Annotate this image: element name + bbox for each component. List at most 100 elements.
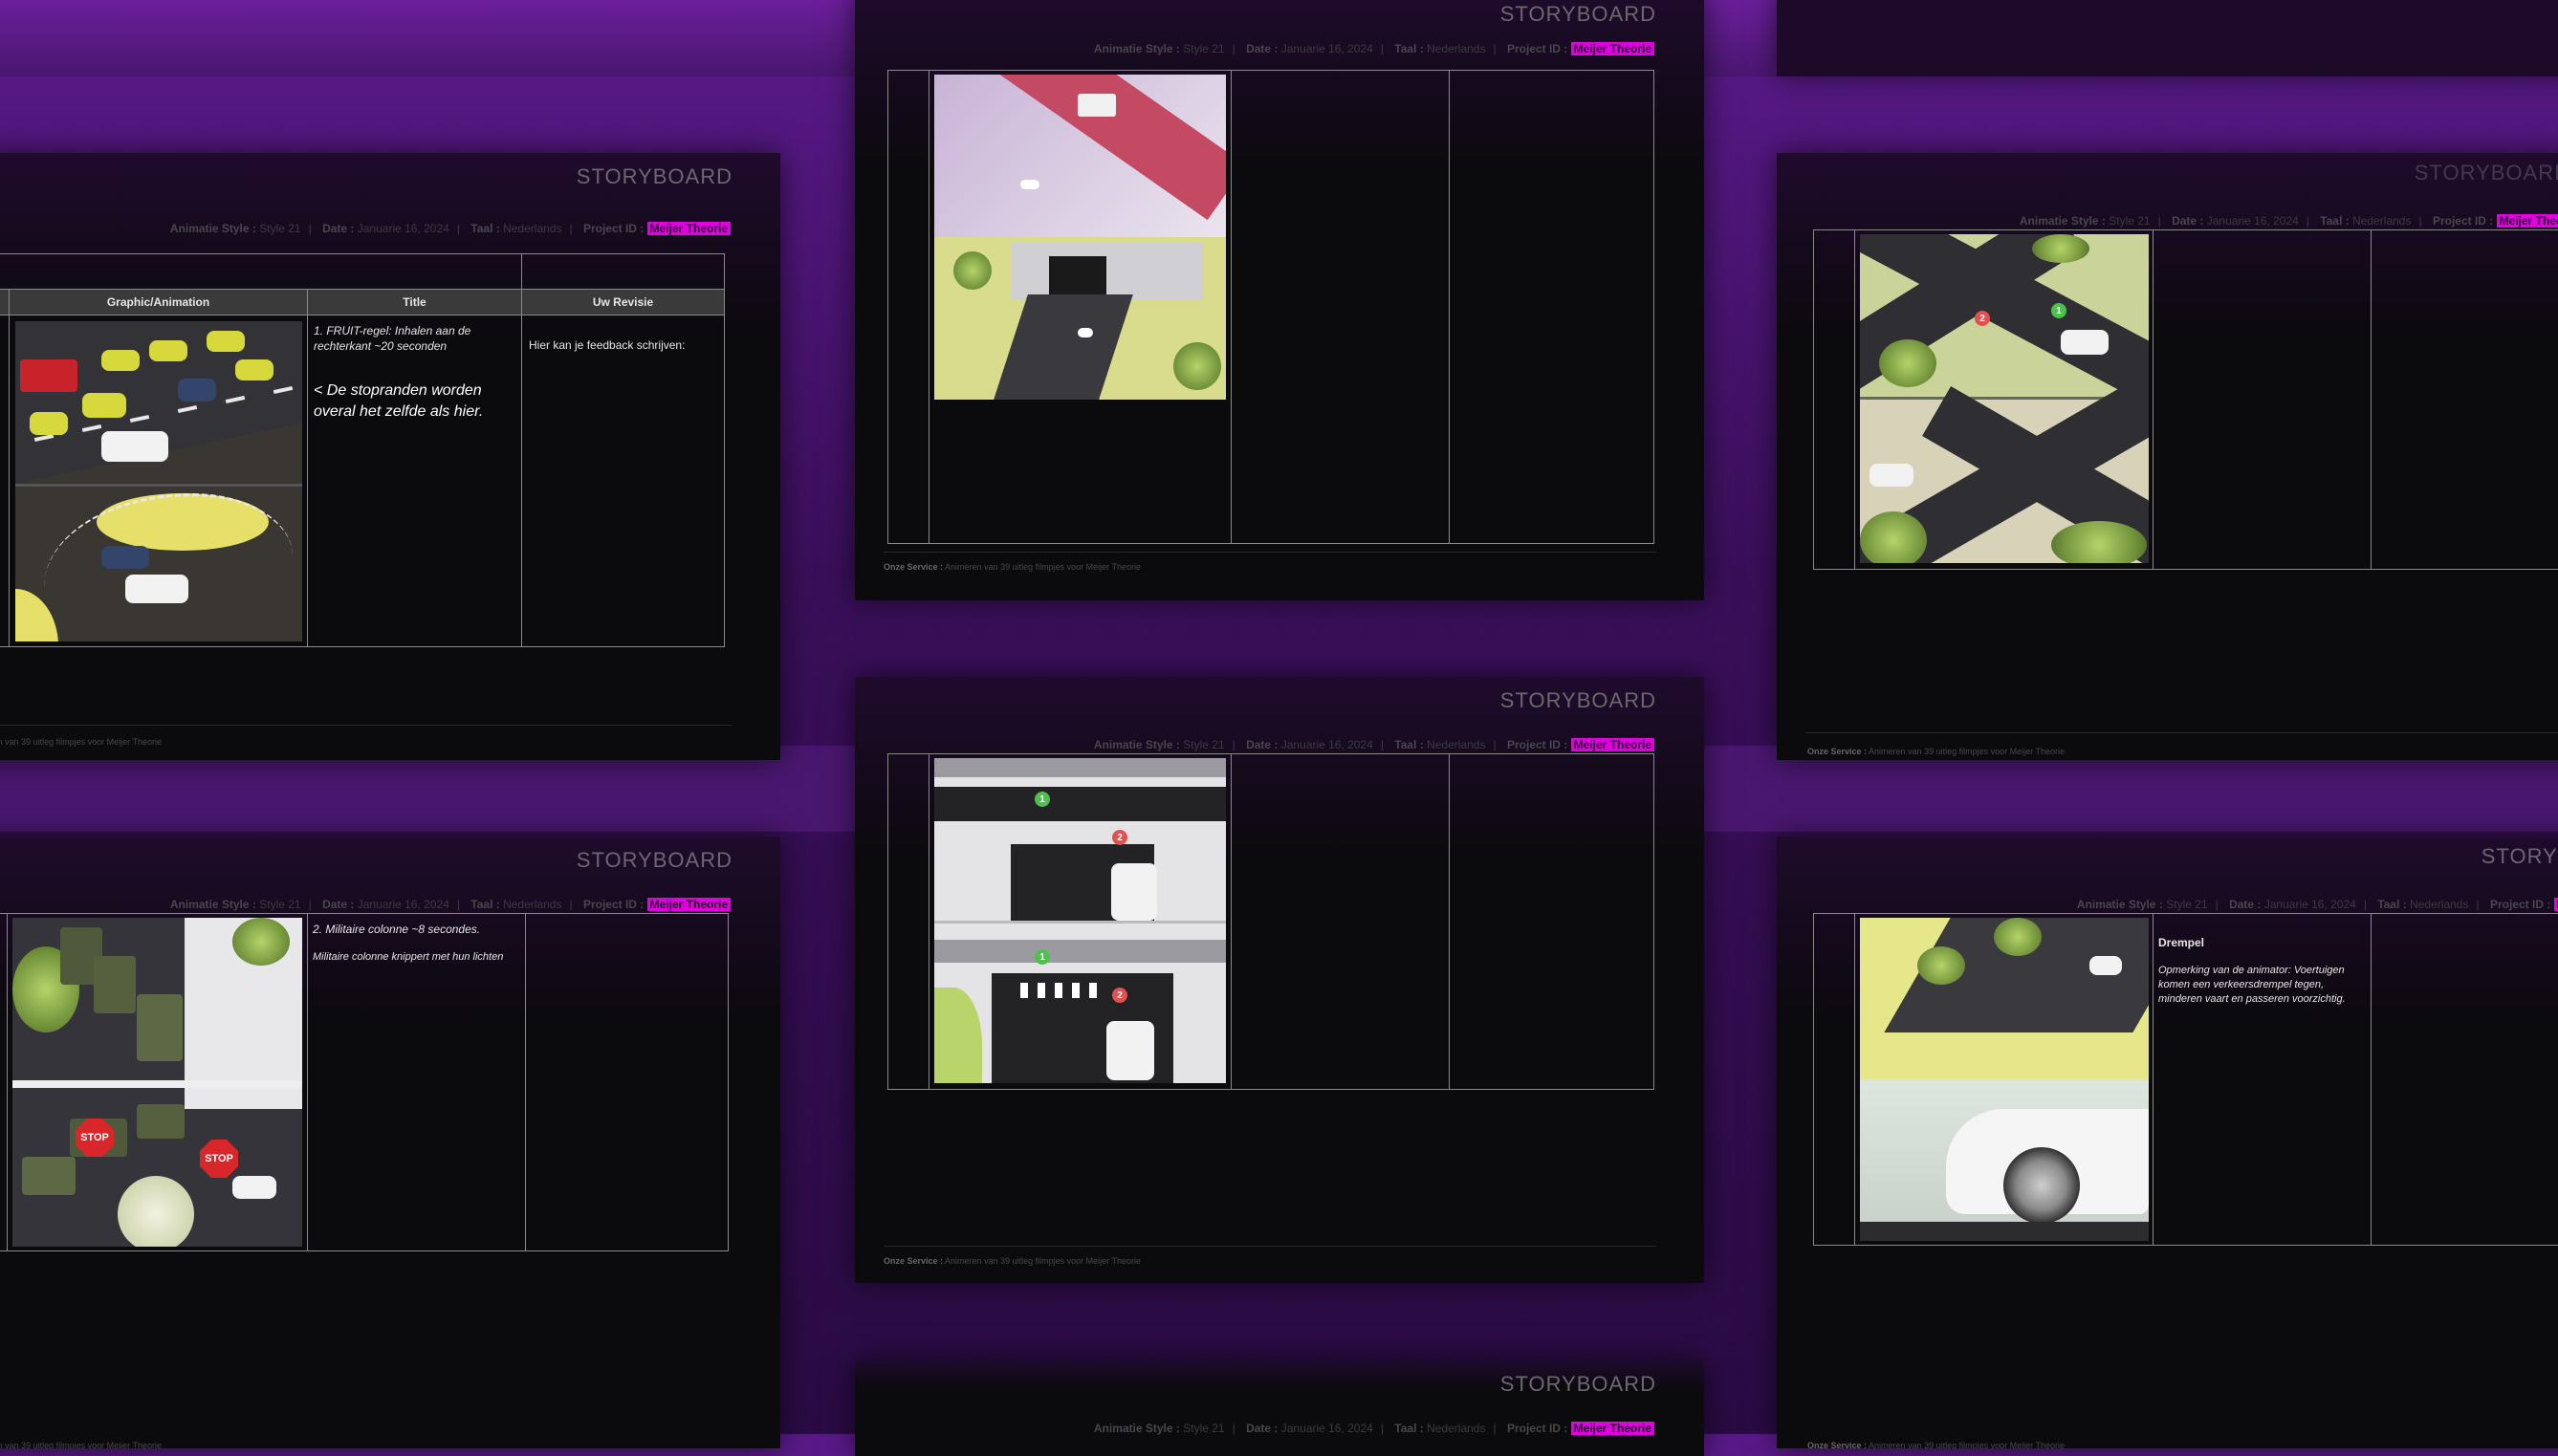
project-id-badge: Meijer Theorie <box>1570 738 1654 751</box>
style-label: Animatie Style : <box>169 898 256 911</box>
date-value: Januarie 16, 2024 <box>357 222 449 235</box>
date-value: Januarie 16, 2024 <box>1280 42 1373 55</box>
scene-image-military-convoy: STOP STOP <box>12 918 302 1247</box>
style-label: Animatie Style : <box>169 222 256 235</box>
storyboard-table: Drempel Opmerking van de animator: Voert… <box>1813 913 2558 1246</box>
scene-title-fruit: 1. FRUIT-regel: Inhalen aan de rechterka… <box>314 324 471 354</box>
scene-image-viaduct <box>934 75 1226 400</box>
marker-red-icon: 2 <box>1112 830 1127 845</box>
date-value: Januarie 16, 2024 <box>2263 898 2356 911</box>
card-footer: Onze Service : Animeren van 39 uitleg fi… <box>884 1256 1141 1266</box>
header-title: Title <box>308 290 521 315</box>
lang-label: Taal : <box>470 898 500 911</box>
footer-value: Animeren van 39 uitleg filmpjes voor Mei… <box>0 1441 162 1448</box>
footer-value: Animeren van 39 uitleg filmpjes voor Mei… <box>1869 1441 2065 1448</box>
storyboard-card-drempel: STORYBOARD Animatie Style : Style 21| Da… <box>1777 837 2558 1448</box>
lang-value: Nederlands <box>2410 898 2469 911</box>
lang-label: Taal : <box>2320 214 2350 228</box>
card-title: STORYBOARD <box>576 164 732 188</box>
project-id-badge: Meijer Theorie <box>646 222 731 235</box>
storyboard-table <box>887 70 1654 544</box>
storyboard-table: STOP STOP 2. Militaire colonne ~8 second… <box>0 913 729 1251</box>
scene-image-speed-bump <box>1860 918 2149 1241</box>
project-label: Project ID : <box>1506 738 1568 751</box>
date-label: Date : <box>2229 898 2262 911</box>
card-title: STORYBOARD <box>1499 688 1656 712</box>
project-label: Project ID : <box>582 222 645 235</box>
storyboard-card-crossing: STORYBOARD Animatie Style : Style 21 | Da… <box>855 677 1704 1283</box>
card-title: STORYBOARD <box>1499 2 1656 26</box>
lang-label: Taal : <box>1394 42 1424 55</box>
date-value: Januarie 16, 2024 <box>1280 738 1373 751</box>
storyboard-card-strip <box>1777 0 2558 76</box>
date-label: Date : <box>1246 42 1279 55</box>
lang-value: Nederlands <box>1427 1422 1486 1435</box>
project-label: Project ID : <box>582 898 645 911</box>
style-value: Style 21 <box>2166 898 2208 911</box>
style-label: Animatie Style : <box>2076 898 2163 911</box>
style-value: Style 21 <box>1183 42 1225 55</box>
project-label: Project ID : <box>1506 42 1568 55</box>
lang-value: Nederlands <box>2352 214 2412 228</box>
scene-title-military: 2. Militaire colonne ~8 secondes. <box>313 923 481 936</box>
project-id-badge: Meijer Theorie <box>2496 214 2558 228</box>
storyboard-table: Graphic/Animation Title Uw Revisie 1. FR… <box>0 253 725 647</box>
date-label: Date : <box>322 222 355 235</box>
style-label: Animatie Style : <box>1093 738 1180 751</box>
card-meta: Animatie Style : Style 21 | Date : Januar… <box>2077 898 2558 911</box>
card-footer: Onze Service : Animeren van 39 uitleg fi… <box>884 562 1141 572</box>
footer-value: Animeren van 39 uitleg filmpjes voor Mei… <box>945 1256 1141 1266</box>
lang-value: Nederlands <box>503 898 562 911</box>
scene-note-fruit: < De stopranden worden overal het zelfde… <box>314 382 484 421</box>
card-meta: Animatie Style : Style 21 | Date : Januar… <box>1094 42 1654 55</box>
card-meta: Animatie Style : Style 21 | Date : Januar… <box>1094 1422 1654 1435</box>
card-meta: Animatie Style : Style 21 | Date : Januar… <box>170 222 731 235</box>
header-graphic: Graphic/Animation <box>10 290 307 315</box>
footer-value: Animeren van 39 uitleg filmpjes voor Mei… <box>1869 747 2065 756</box>
project-id-badge: Meijer Theorie <box>2553 898 2558 911</box>
card-meta: Animatie Style : Style 21 | Date : Januar… <box>2020 214 2558 228</box>
storyboard-table: 2 1 <box>1813 229 2558 570</box>
card-title: STORYBOARD <box>2481 844 2558 868</box>
scene-desc-drempel: Opmerking van de animator: Voertuigen ko… <box>2158 965 2346 1005</box>
card-title: STORYBOARD <box>1499 1372 1656 1396</box>
project-id-badge: Meijer Theorie <box>646 898 731 911</box>
marker-green-icon: 1 <box>1035 792 1050 807</box>
card-footer: Onze Service : Animeren van 39 uitleg fi… <box>0 737 162 747</box>
card-footer: Onze Service : Animeren van 39 uitleg fi… <box>0 1441 162 1448</box>
storyboard-card-intersection: STORYBOARD Animatie Style : Style 21 | Da… <box>1777 153 2558 760</box>
marker-green-icon: 1 <box>1035 949 1050 965</box>
header-revision: Uw Revisie <box>522 290 724 315</box>
date-value: Januarie 16, 2024 <box>357 898 449 911</box>
project-label: Project ID : <box>2489 898 2551 911</box>
feedback-placeholder[interactable]: Hier kan je feedback schrijven: <box>529 337 720 353</box>
date-value: Januarie 16, 2024 <box>2206 214 2299 228</box>
style-value: Style 21 <box>259 222 301 235</box>
lang-value: Nederlands <box>1427 42 1486 55</box>
scene-title-drempel: Drempel <box>2158 936 2205 949</box>
storyboard-card-fruit: STORYBOARD Animatie Style : Style 21 | Da… <box>0 153 780 760</box>
style-label: Animatie Style : <box>1093 1422 1180 1435</box>
footer-label: Onze Service : <box>884 562 944 572</box>
card-meta: Animatie Style : Style 21 | Date : Januar… <box>170 898 731 911</box>
marker-red-icon: 2 <box>1975 311 1990 326</box>
marker-green-icon: 1 <box>2051 303 2066 318</box>
date-label: Date : <box>322 898 355 911</box>
lang-value: Nederlands <box>1427 738 1486 751</box>
style-label: Animatie Style : <box>1093 42 1180 55</box>
lang-value: Nederlands <box>503 222 562 235</box>
style-value: Style 21 <box>1183 1422 1225 1435</box>
storyboard-card-partial: STORYBOARD Animatie Style : Style 21 | Da… <box>855 1360 1704 1456</box>
project-label: Project ID : <box>2432 214 2494 228</box>
footer-label: Onze Service : <box>884 1256 944 1266</box>
date-label: Date : <box>1246 738 1279 751</box>
style-label: Animatie Style : <box>2019 214 2106 228</box>
project-id-badge: Meijer Theorie <box>1570 1422 1654 1435</box>
date-value: Januarie 16, 2024 <box>1280 1422 1373 1435</box>
lang-label: Taal : <box>1394 1422 1424 1435</box>
scene-desc-military: Militaire colonne knippert met hun licht… <box>313 951 504 963</box>
project-label: Project ID : <box>1506 1422 1568 1435</box>
footer-value: Animeren van 39 uitleg filmpjes voor Mei… <box>0 737 162 747</box>
stop-sign-icon: STOP <box>200 1140 238 1178</box>
lang-label: Taal : <box>2377 898 2407 911</box>
